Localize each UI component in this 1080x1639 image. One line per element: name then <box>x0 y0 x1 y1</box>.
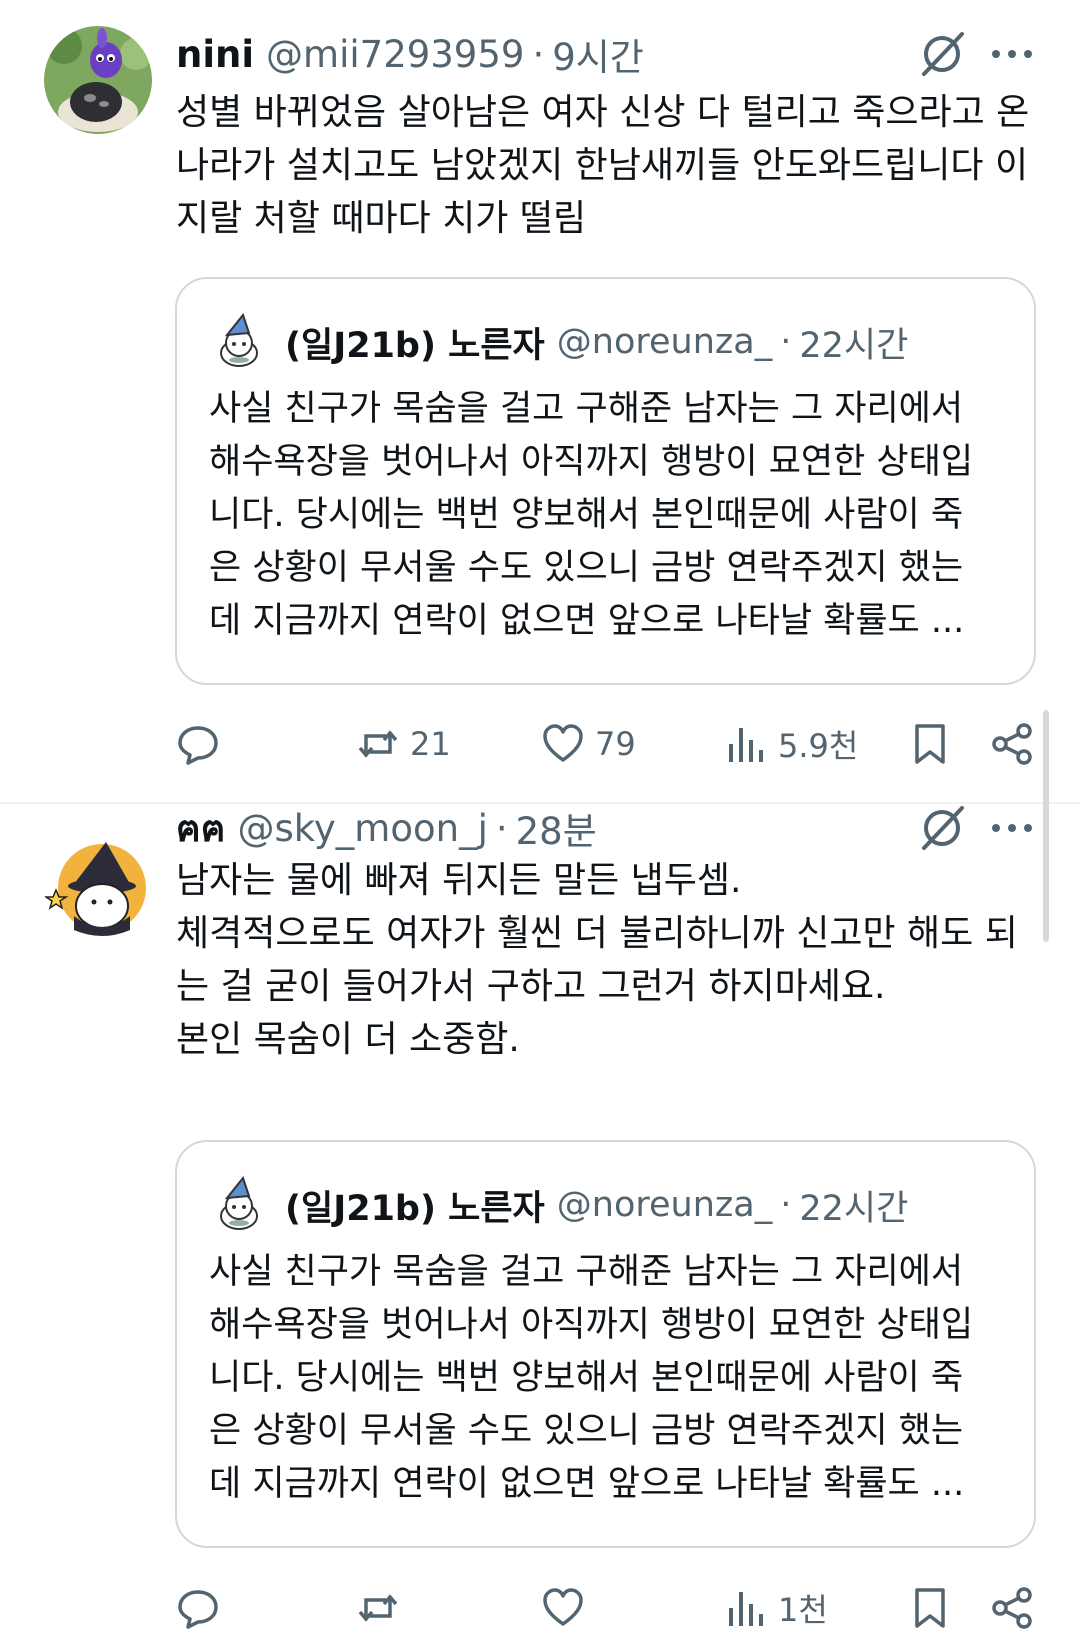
text-line: 니다. 당시에는 백번 양보해서 본인때문에 사람이 죽 <box>209 495 964 535</box>
text-line: 해수욕장을 벗어나서 아직까지 행방이 묘연한 상태입 <box>209 1305 974 1345</box>
text-line: 은 상황이 무서울 수도 있으니 금방 연락주겠지 했는 <box>209 548 964 588</box>
separator: · <box>780 1185 792 1225</box>
text-line: 데 지금까지 연락이 없으면 앞으로 나타날 확률도 ... <box>209 1464 965 1504</box>
retweet-button[interactable]: 21 <box>356 714 451 774</box>
text-line: 데 지금까지 연락이 없으면 앞으로 나타날 확률도 ... <box>209 601 965 641</box>
reply-button[interactable] <box>176 1578 220 1638</box>
witch-ghost-avatar-icon <box>44 834 152 942</box>
quoted-timestamp: 22시간 <box>799 325 909 366</box>
author-name[interactable]: ฅฅ <box>176 799 226 858</box>
share-icon <box>992 1587 1032 1629</box>
quoted-author-handle: @noreunza_ <box>556 1185 773 1225</box>
quoted-tweet-header: (일J21b) 노른자 @noreunza_ · 22시간 <box>285 313 908 371</box>
heart-icon <box>543 1588 583 1626</box>
share-icon <box>992 723 1032 765</box>
author-handle[interactable]: @mii7293959 <box>266 33 524 76</box>
retweet-icon <box>358 1594 398 1622</box>
quoted-tweet-text: 사실 친구가 목숨을 걸고 구해준 남자는 그 자리에서 해수욕장을 벗어나서 … <box>209 383 1009 648</box>
bookmark-button[interactable] <box>908 1578 952 1638</box>
author-name[interactable]: nini <box>176 33 254 76</box>
share-button[interactable] <box>990 714 1034 774</box>
view-count: 5.9천 <box>778 727 859 765</box>
quoted-author-name: (일J21b) 노른자 <box>285 325 545 366</box>
text-line: 남자는 물에 빠져 뒤지든 말든 냅두셈. <box>176 860 742 901</box>
views-button[interactable]: 5.9천 <box>724 714 858 774</box>
text-line: 은 상황이 무서울 수도 있으니 금방 연락주겠지 했는 <box>209 1411 964 1451</box>
text-line: 체격적으로도 여자가 훨씬 더 불리하니까 신고만 해도 되 <box>176 913 1018 954</box>
text-line: 본인 목숨이 더 소중함. <box>176 1019 520 1060</box>
tweet-header: ฅฅ @sky_moon_j · 28분 <box>176 800 597 856</box>
text-line: 성별 바뀌었음 살아남은 여자 신상 다 털리고 죽으라고 온 <box>176 92 1030 133</box>
grok-icon[interactable] <box>916 802 968 854</box>
timestamp[interactable]: 9시간 <box>552 27 644 81</box>
quoted-author-avatar-icon <box>220 313 258 367</box>
grok-icon[interactable] <box>916 28 968 80</box>
bar-chart-icon <box>729 1592 763 1626</box>
more-options-icon[interactable] <box>988 812 1036 844</box>
like-button[interactable]: 79 <box>541 714 636 774</box>
bookmark-icon <box>915 1588 945 1628</box>
bookmark-button[interactable] <box>908 714 952 774</box>
tweet-text: 남자는 물에 빠져 뒤지든 말든 냅두셈. 체격적으로도 여자가 훨씬 더 불리… <box>176 854 1046 1066</box>
bar-chart-icon <box>729 728 763 762</box>
separator: · <box>532 32 545 76</box>
quoted-author-handle: @noreunza_ <box>556 322 773 362</box>
quoted-tweet-text: 사실 친구가 목숨을 걸고 구해준 남자는 그 자리에서 해수욕장을 벗어나서 … <box>209 1246 1009 1511</box>
reply-button[interactable] <box>176 714 220 774</box>
bookmark-icon <box>915 724 945 764</box>
reply-icon <box>178 1590 218 1629</box>
retweet-count: 21 <box>410 725 451 763</box>
quoted-author-avatar-icon <box>220 1176 258 1230</box>
quoted-author-name: (일J21b) 노른자 <box>285 1188 545 1229</box>
heart-icon <box>543 724 583 762</box>
quoted-tweet[interactable]: (일J21b) 노른자 @noreunza_ · 22시간 사실 친구가 목숨을… <box>175 1140 1036 1548</box>
views-button[interactable]: 1천 <box>724 1578 828 1638</box>
separator: · <box>780 322 792 362</box>
text-line: 나라가 설치고도 남았겠지 한남새끼들 안도와드립니다 이 <box>176 145 1029 186</box>
quoted-tweet-header: (일J21b) 노른자 @noreunza_ · 22시간 <box>285 1176 908 1234</box>
avatar[interactable] <box>44 26 152 134</box>
text-line: 지랄 처할 때마다 치가 떨림 <box>176 198 587 239</box>
author-handle[interactable]: @sky_moon_j <box>238 807 488 850</box>
more-options-icon[interactable] <box>988 38 1036 70</box>
reply-icon <box>178 726 218 765</box>
action-bar: 1천 <box>0 1578 1080 1638</box>
view-count: 1천 <box>778 1591 828 1629</box>
tweet[interactable]: nini @mii7293959 · 9시간 성별 바뀌었음 살아남은 여자 신… <box>0 0 1080 800</box>
text-line: 해수욕장을 벗어나서 아직까지 행방이 묘연한 상태입 <box>209 442 974 482</box>
tweet-header: nini @mii7293959 · 9시간 <box>176 26 644 82</box>
tweet[interactable]: ฅฅ @sky_moon_j · 28분 남자는 물에 빠져 뒤지든 말든 냅두… <box>0 800 1080 1639</box>
action-bar: 21 79 5.9천 <box>0 714 1080 774</box>
quoted-tweet[interactable]: (일J21b) 노른자 @noreunza_ · 22시간 사실 친구가 목숨을… <box>175 277 1036 685</box>
like-count: 79 <box>595 725 636 763</box>
text-line: 는 걸 굳이 들어가서 구하고 그런거 하지마세요. <box>176 966 886 1007</box>
avatar[interactable] <box>44 834 152 942</box>
retweet-button[interactable] <box>356 1578 400 1638</box>
text-line: 사실 친구가 목숨을 걸고 구해준 남자는 그 자리에서 <box>209 389 964 429</box>
scrollbar[interactable] <box>1043 710 1049 942</box>
text-line: 사실 친구가 목숨을 걸고 구해준 남자는 그 자리에서 <box>209 1252 964 1292</box>
separator: · <box>495 806 508 850</box>
retweet-icon <box>358 730 398 758</box>
timestamp[interactable]: 28분 <box>516 801 597 855</box>
quoted-timestamp: 22시간 <box>799 1188 909 1229</box>
tweet-text: 성별 바뀌었음 살아남은 여자 신상 다 털리고 죽으라고 온 나라가 설치고도… <box>176 86 1046 245</box>
purple-creature-avatar-icon <box>44 26 152 134</box>
share-button[interactable] <box>990 1578 1034 1638</box>
text-line: 니다. 당시에는 백번 양보해서 본인때문에 사람이 죽 <box>209 1358 964 1398</box>
like-button[interactable] <box>541 1578 585 1638</box>
